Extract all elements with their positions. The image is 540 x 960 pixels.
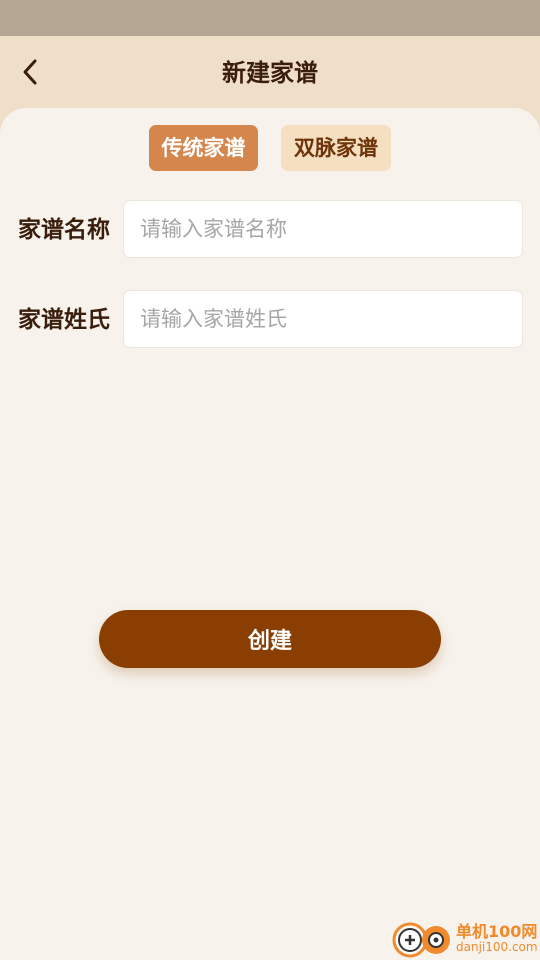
create-button[interactable]: 创建 bbox=[99, 610, 441, 668]
status-bar bbox=[0, 0, 540, 36]
tab-traditional-genealogy[interactable]: 传统家谱 bbox=[149, 125, 258, 171]
watermark-site-url: danji100.com bbox=[456, 940, 538, 954]
watermark-site-name: 单机100网 bbox=[456, 922, 538, 941]
genealogy-surname-label: 家谱姓氏 bbox=[18, 306, 110, 333]
genealogy-name-label: 家谱名称 bbox=[18, 216, 110, 243]
genealogy-name-input[interactable] bbox=[123, 200, 523, 258]
danji100-logo-icon bbox=[392, 922, 450, 958]
chevron-left-icon bbox=[23, 59, 37, 85]
back-button[interactable] bbox=[12, 52, 48, 92]
tab-dual-lineage-genealogy[interactable]: 双脉家谱 bbox=[281, 125, 391, 171]
genealogy-surname-input[interactable] bbox=[123, 290, 523, 348]
watermark: 单机100网 danji100.com bbox=[390, 916, 540, 960]
